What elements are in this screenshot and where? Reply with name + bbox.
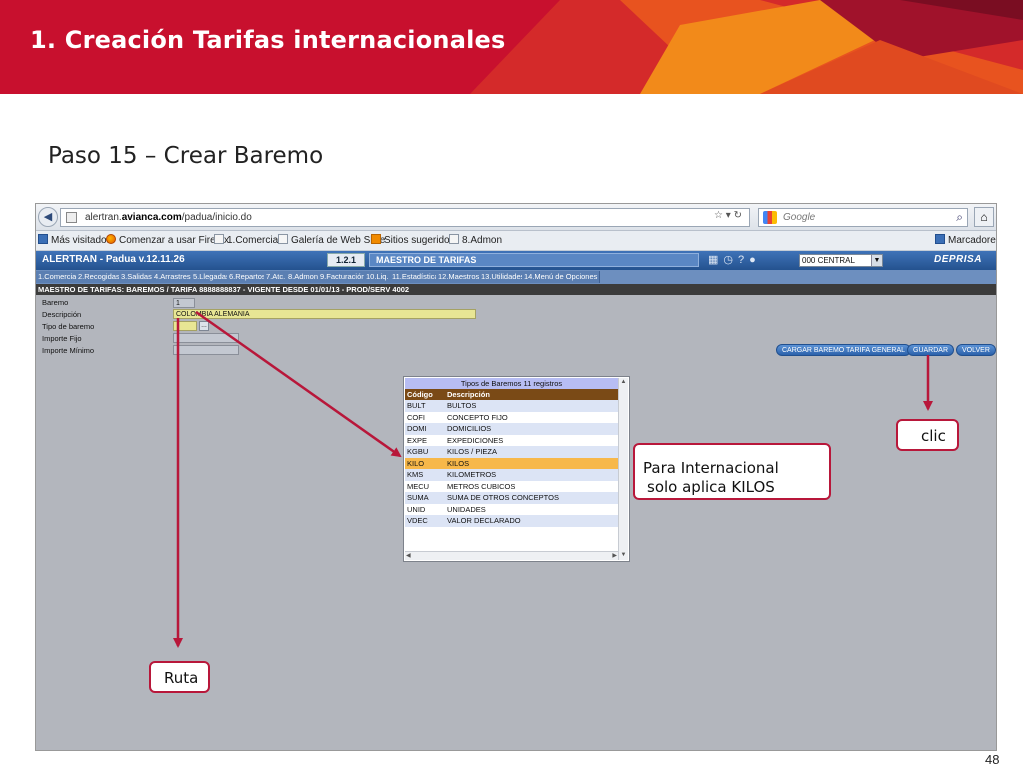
page-number: 48 <box>985 752 1000 767</box>
callout-ruta: Ruta <box>149 661 210 693</box>
callout-clic: clic <box>896 419 959 451</box>
callout-internacional: Para Internacional solo aplica KILOS <box>633 443 831 500</box>
arrow-to-kilo <box>195 310 402 458</box>
slide: 1. Creación Tarifas internacionales Paso… <box>0 0 1023 783</box>
